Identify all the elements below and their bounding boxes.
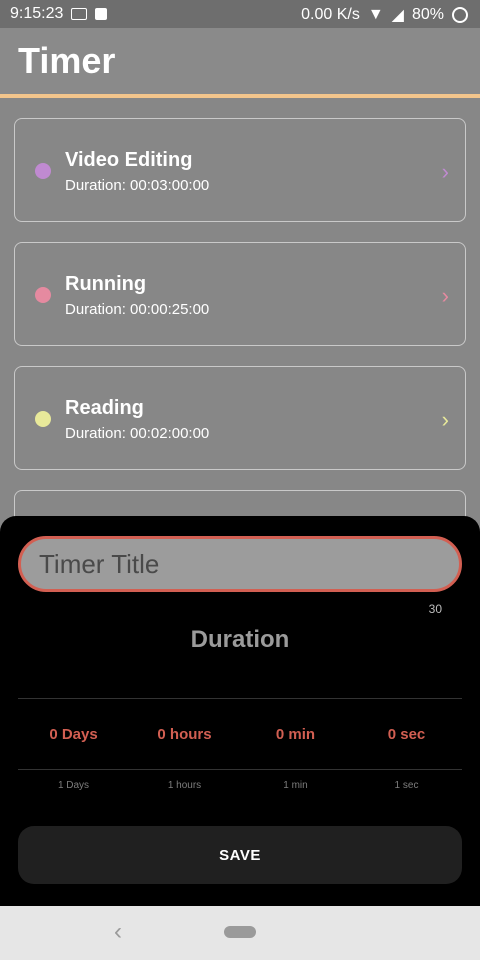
color-dot-icon — [35, 411, 51, 427]
home-pill-icon[interactable] — [224, 926, 256, 938]
duration-picker-next[interactable]: 1 Days 1 hours 1 min 1 sec — [18, 780, 462, 791]
page-title: Timer — [18, 40, 116, 81]
timer-card-running[interactable]: Running Duration: 00:00:25:00 › — [14, 242, 466, 346]
picker-divider-top — [18, 698, 462, 699]
chevron-right-icon: › — [441, 159, 449, 184]
color-dot-icon — [35, 163, 51, 179]
color-dot-icon — [35, 287, 51, 303]
duration-heading: Duration — [190, 626, 290, 653]
battery-icon — [452, 7, 468, 23]
timer-duration: Duration: 00:02:00:00 — [65, 425, 210, 442]
battery-percent: 80% — [411, 6, 444, 23]
chevron-right-icon: › — [441, 283, 449, 308]
chevron-right-icon: › — [441, 407, 449, 432]
status-bar: 9:15:23 0.00 K/s ▼ ◢ 80% — [0, 0, 480, 28]
timer-name: Running — [65, 273, 147, 295]
timer-duration: Duration: 00:03:00:00 — [65, 177, 210, 194]
status-time: 9:15:23 — [10, 5, 64, 22]
timer-name: Video Editing — [65, 149, 193, 171]
days-next-option[interactable]: 1 Days — [18, 780, 129, 791]
wifi-icon: ▼ — [367, 6, 384, 23]
minutes-picker[interactable]: 0 min — [240, 726, 351, 743]
add-timer-sheet: 30 Duration 0 Days 0 hours 0 min 0 sec 1… — [0, 516, 480, 906]
signal-icon: ◢ — [391, 7, 404, 24]
seconds-picker[interactable]: 0 sec — [351, 726, 462, 743]
picker-divider-bottom — [18, 769, 462, 770]
days-picker[interactable]: 0 Days — [18, 726, 129, 743]
timer-title-input[interactable] — [18, 536, 462, 592]
app-bar: Timer — [0, 28, 480, 94]
timer-duration: Duration: 00:00:25:00 — [65, 301, 210, 318]
timer-list: Video Editing Duration: 00:03:00:00 › Ru… — [0, 98, 480, 530]
back-icon[interactable]: ‹ — [114, 918, 122, 946]
timer-card-reading[interactable]: Reading Duration: 00:02:00:00 › — [14, 366, 466, 470]
network-speed: 0.00 K/s — [301, 6, 360, 23]
save-button[interactable]: SAVE — [18, 826, 462, 884]
hours-next-option[interactable]: 1 hours — [129, 780, 240, 791]
timer-name: Reading — [65, 397, 144, 419]
duration-picker-selected[interactable]: 0 Days 0 hours 0 min 0 sec — [18, 726, 462, 743]
seconds-next-option[interactable]: 1 sec — [351, 780, 462, 791]
hours-picker[interactable]: 0 hours — [129, 726, 240, 743]
system-nav-bar: ‹ — [0, 906, 480, 960]
image-icon — [95, 8, 108, 20]
notification-icon — [71, 8, 88, 20]
char-counter: 30 — [428, 602, 442, 616]
timer-card-video-editing[interactable]: Video Editing Duration: 00:03:00:00 › — [14, 118, 466, 222]
minutes-next-option[interactable]: 1 min — [240, 780, 351, 791]
